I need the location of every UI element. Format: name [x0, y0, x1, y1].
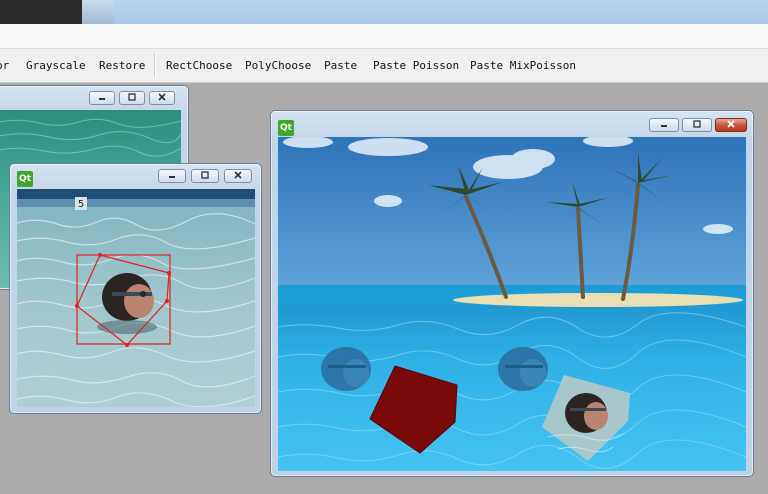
- minimize-button[interactable]: [158, 169, 186, 183]
- close-icon: [234, 171, 242, 179]
- toolbar-button-color[interactable]: or: [0, 59, 9, 72]
- maximize-icon: [128, 93, 136, 101]
- menu-bar: [0, 24, 768, 49]
- toolbar-button-restore[interactable]: Restore: [99, 59, 145, 72]
- maximize-icon: [693, 120, 701, 128]
- close-icon: [727, 120, 735, 128]
- tropical-beach-photo: [278, 137, 746, 471]
- toolbar-separator: [154, 54, 156, 77]
- close-button[interactable]: [149, 91, 175, 105]
- qt-logo-icon: Qt: [17, 171, 33, 187]
- minimize-button[interactable]: [649, 118, 679, 132]
- maximize-icon: [201, 171, 209, 179]
- minimize-button[interactable]: [89, 91, 115, 105]
- close-button[interactable]: [224, 169, 252, 183]
- source-image: 5: [17, 189, 255, 407]
- toolbar: or Grayscale Restore RectChoose PolyChoo…: [0, 49, 768, 83]
- maximize-button[interactable]: [119, 91, 145, 105]
- maximize-button[interactable]: [682, 118, 712, 132]
- minimize-icon: [99, 98, 105, 100]
- minimize-icon: [169, 176, 175, 178]
- toolbar-button-rectchoose[interactable]: RectChoose: [166, 59, 232, 72]
- qt-logo-icon: Qt: [278, 120, 294, 136]
- target-image-window[interactable]: Qt: [270, 110, 754, 477]
- lane-number: 5: [78, 199, 84, 210]
- swimmer-photo: 5: [17, 189, 255, 407]
- toolbar-button-grayscale[interactable]: Grayscale: [26, 59, 86, 72]
- toolbar-button-paste-mixpoisson[interactable]: Paste MixPoisson: [470, 59, 576, 72]
- target-image: [278, 137, 746, 471]
- dark-tab: [0, 0, 82, 24]
- title-gap: [82, 0, 114, 24]
- close-button[interactable]: [715, 118, 747, 132]
- toolbar-button-paste[interactable]: Paste: [324, 59, 357, 72]
- source-image-window[interactable]: Qt 5: [9, 163, 262, 414]
- minimize-icon: [661, 125, 667, 127]
- toolbar-button-polychoose[interactable]: PolyChoose: [245, 59, 311, 72]
- close-icon: [158, 93, 166, 101]
- maximize-button[interactable]: [191, 169, 219, 183]
- toolbar-button-paste-poisson[interactable]: Paste Poisson: [373, 59, 459, 72]
- top-strip: [0, 0, 768, 24]
